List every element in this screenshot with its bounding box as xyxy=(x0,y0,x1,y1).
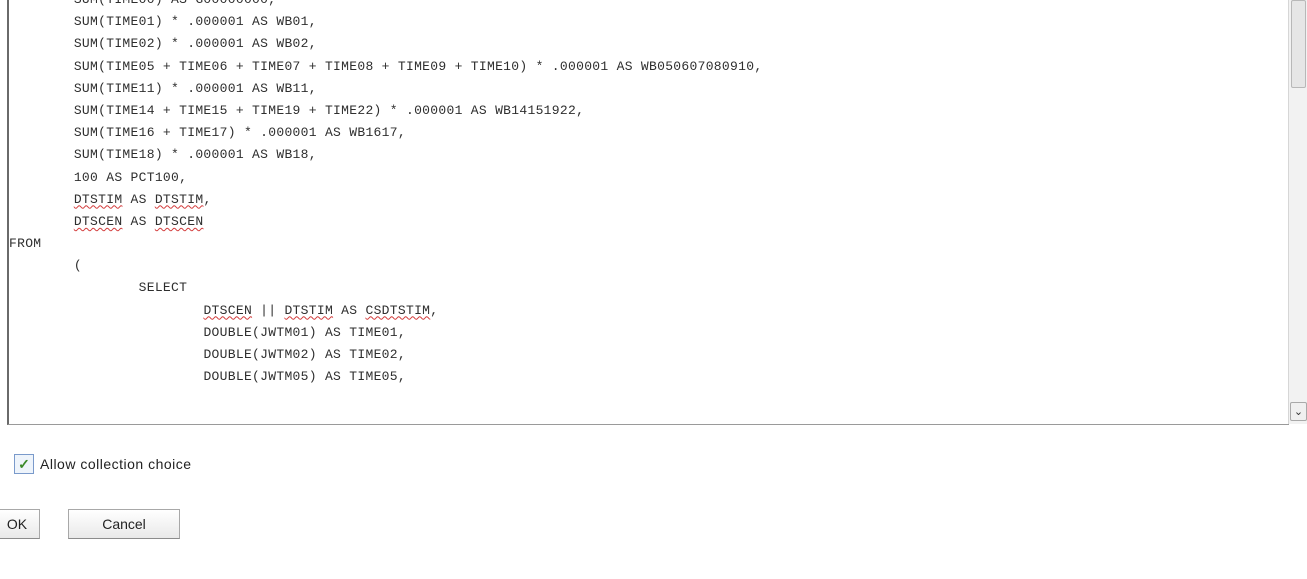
code-token: SELECT xyxy=(138,280,188,296)
spellcheck-token: DTSCEN xyxy=(203,302,253,318)
scrollbar-thumb[interactable] xyxy=(1291,0,1306,88)
code-token: SUM(TIME11) * .000001 AS WB11, xyxy=(73,80,317,96)
code-line: DOUBLE(JWTM02) AS TIME02, xyxy=(9,344,762,366)
spellcheck-token: DTSCEN xyxy=(73,213,123,229)
code-line: ( xyxy=(9,255,762,277)
ok-button[interactable]: OK xyxy=(0,509,40,539)
code-token: DOUBLE(JWTM02) AS TIME02, xyxy=(203,347,406,362)
code-token: ( xyxy=(73,258,82,274)
code-token: DOUBLE(JWTM05) AS TIME05, xyxy=(203,369,406,385)
code-token: || xyxy=(252,302,285,318)
code-token: SUM(TIME02) * .000001 AS WB02, xyxy=(73,36,317,52)
code-line: SUM(TIME16 + TIME17) * .000001 AS WB1617… xyxy=(9,122,762,144)
code-line: DOUBLE(JWTM01) AS TIME01, xyxy=(9,322,762,344)
spellcheck-token: DTSTIM xyxy=(154,191,204,207)
code-line: SUM(TIME01) * .000001 AS WB01, xyxy=(9,11,762,33)
code-token: , xyxy=(430,302,439,318)
spellcheck-token: DTSCEN xyxy=(154,213,204,229)
code-token: AS xyxy=(122,191,155,207)
code-token: AS xyxy=(122,213,155,229)
code-line: SELECT xyxy=(9,277,762,299)
code-token: SUM(TIME00) AS G00000000, xyxy=(74,0,277,7)
allow-collection-choice-label: Allow collection choice xyxy=(40,456,192,472)
allow-collection-choice-option[interactable]: ✓ Allow collection choice xyxy=(14,452,192,476)
code-line: SUM(TIME05 + TIME06 + TIME07 + TIME08 + … xyxy=(9,56,762,78)
code-line: DOUBLE(JWTM05) AS TIME05, xyxy=(9,366,762,388)
code-token: SUM(TIME01) * .000001 AS WB01, xyxy=(73,14,317,30)
code-token: 100 AS PCT100, xyxy=(73,169,188,185)
code-line: DTSCEN AS DTSCEN xyxy=(9,211,762,233)
code-token: AS xyxy=(333,302,366,318)
scroll-down-arrow-icon[interactable]: ⌄ xyxy=(1290,402,1307,421)
vertical-scrollbar[interactable]: ⌄ xyxy=(1288,0,1307,424)
code-line: SUM(TIME02) * .000001 AS WB02, xyxy=(9,33,762,55)
code-token: SUM(TIME18) * .000001 AS WB18, xyxy=(73,147,317,163)
code-line: SUM(TIME18) * .000001 AS WB18, xyxy=(9,144,762,166)
code-line: DTSCEN || DTSTIM AS CSDTSTIM, xyxy=(9,300,762,322)
code-token: SUM(TIME16 + TIME17) * .000001 AS WB1617… xyxy=(73,125,406,141)
code-token: SUM(TIME05 + TIME06 + TIME07 + TIME08 + … xyxy=(73,58,763,74)
code-line: FROM xyxy=(9,233,762,255)
code-token: DOUBLE(JWTM01) AS TIME01, xyxy=(203,324,406,340)
code-token: , xyxy=(203,191,212,207)
cancel-button[interactable]: Cancel xyxy=(68,509,180,539)
allow-collection-choice-checkbox[interactable]: ✓ xyxy=(14,454,34,474)
spellcheck-token: CSDTSTIM xyxy=(365,302,431,318)
code-token: FROM xyxy=(9,236,42,252)
sql-editor[interactable]: SUM(TIME00) AS G00000000, SUM(TIME01) * … xyxy=(7,0,1289,425)
spellcheck-token: DTSTIM xyxy=(73,191,123,207)
code-line: SUM(TIME14 + TIME15 + TIME19 + TIME22) *… xyxy=(9,100,762,122)
code-line: SUM(TIME00) AS G00000000, xyxy=(9,0,762,11)
spellcheck-token: DTSTIM xyxy=(284,302,334,318)
code-line: 100 AS PCT100, xyxy=(9,167,762,189)
sql-code[interactable]: SUM(TIME00) AS G00000000, SUM(TIME01) * … xyxy=(9,0,762,388)
code-line: DTSTIM AS DTSTIM, xyxy=(9,189,762,211)
code-token: SUM(TIME14 + TIME15 + TIME19 + TIME22) *… xyxy=(73,102,585,118)
code-line: SUM(TIME11) * .000001 AS WB11, xyxy=(9,78,762,100)
